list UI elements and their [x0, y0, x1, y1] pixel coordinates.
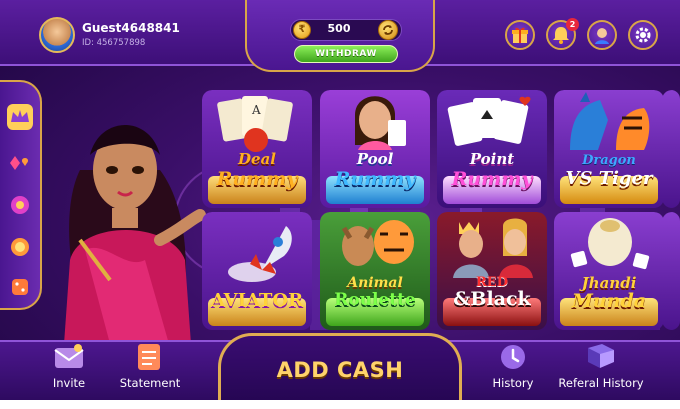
game-red-and-black[interactable]: RED &Black — [437, 212, 547, 330]
game-title-line2: Rummy — [334, 168, 416, 190]
game-pool-rummy[interactable]: Pool Rummy — [320, 90, 430, 208]
dice-icon — [12, 279, 28, 295]
add-cash-label[interactable]: ADD CASH — [218, 358, 462, 382]
invite-button[interactable]: Invite — [44, 376, 94, 390]
game-point-rummy[interactable]: Point Rummy — [437, 90, 547, 208]
rocket-icon — [228, 226, 292, 282]
slot-icon — [11, 196, 29, 214]
game-lobby: Guest4648841 ID: 456757898 ₹ 500 WITHDRA… — [0, 0, 680, 400]
refresh-icon — [383, 25, 393, 35]
game-title-line2: Roulette — [334, 290, 416, 310]
game-title-line2: Rummy — [451, 168, 533, 190]
statement-icon[interactable] — [132, 340, 166, 372]
support-agent-icon — [595, 26, 609, 44]
game-aviator[interactable]: AVIATOR — [202, 212, 312, 330]
game-title-line1: Point — [469, 150, 515, 168]
crown-icon — [7, 104, 33, 130]
game-partial-card[interactable] — [662, 90, 680, 208]
support-button[interactable] — [587, 20, 617, 50]
category-slots[interactable] — [7, 192, 33, 218]
gear-icon — [635, 27, 651, 43]
game-animal-roulette[interactable]: Animal Roulette — [320, 212, 430, 330]
screen-bottom-edge — [0, 400, 680, 409]
statement-button[interactable]: Statement — [116, 376, 184, 390]
category-cards[interactable] — [7, 150, 33, 176]
game-title-line2: AVIATOR — [210, 290, 304, 311]
spade-cards-icon — [447, 96, 531, 146]
user-id: ID: 456757898 — [82, 38, 146, 48]
chip-icon — [11, 238, 29, 256]
gift-button[interactable] — [505, 20, 535, 50]
gift-icon — [512, 27, 528, 43]
username: Guest4648841 — [82, 21, 180, 35]
svg-text:A: A — [251, 103, 261, 117]
category-casino[interactable] — [7, 234, 33, 260]
game-dragon-vs-tiger[interactable]: Dragon VS Tiger — [554, 90, 664, 208]
animals-icon — [341, 220, 414, 266]
card-suits-icon — [10, 156, 29, 170]
game-title-line2: &Black — [453, 288, 531, 310]
balance-amount: 500 — [327, 22, 351, 35]
game-title-line1: Deal — [238, 150, 276, 168]
game-partial-card[interactable] — [662, 212, 680, 330]
playing-cards-icon: A — [217, 96, 293, 152]
dice-bowl-icon — [570, 218, 650, 270]
settings-button[interactable] — [628, 20, 658, 50]
game-title-line2: Rummy — [216, 168, 298, 190]
invite-envelope-icon[interactable] — [52, 340, 86, 372]
game-title-line1: Jhandi — [581, 274, 637, 292]
category-dice[interactable] — [7, 274, 33, 300]
history-clock-icon[interactable] — [496, 340, 530, 372]
coin-icon: ₹ — [293, 21, 311, 39]
game-deal-rummy[interactable]: A Deal Rummy — [202, 90, 312, 208]
history-button[interactable]: History — [487, 376, 539, 390]
game-title-line2: VS Tiger — [565, 168, 653, 189]
category-hot[interactable] — [7, 104, 33, 130]
game-title-line1: Dragon — [582, 153, 636, 168]
game-jhandi-munda[interactable]: Jhandi Munda — [554, 212, 664, 330]
referral-history-button[interactable]: Referal History — [556, 376, 646, 390]
notification-badge: 2 — [566, 18, 579, 31]
refresh-balance-button[interactable] — [378, 20, 398, 40]
referral-book-icon[interactable] — [584, 340, 618, 372]
avatar[interactable] — [39, 17, 75, 53]
game-title-line1: Animal — [347, 275, 403, 291]
game-title-line1: Pool — [356, 150, 394, 168]
game-title-line2: Munda — [571, 290, 647, 312]
dragon-tiger-icon — [570, 92, 650, 150]
withdraw-button[interactable]: WITHDRAW — [294, 45, 398, 63]
king-queen-icon — [453, 218, 533, 278]
